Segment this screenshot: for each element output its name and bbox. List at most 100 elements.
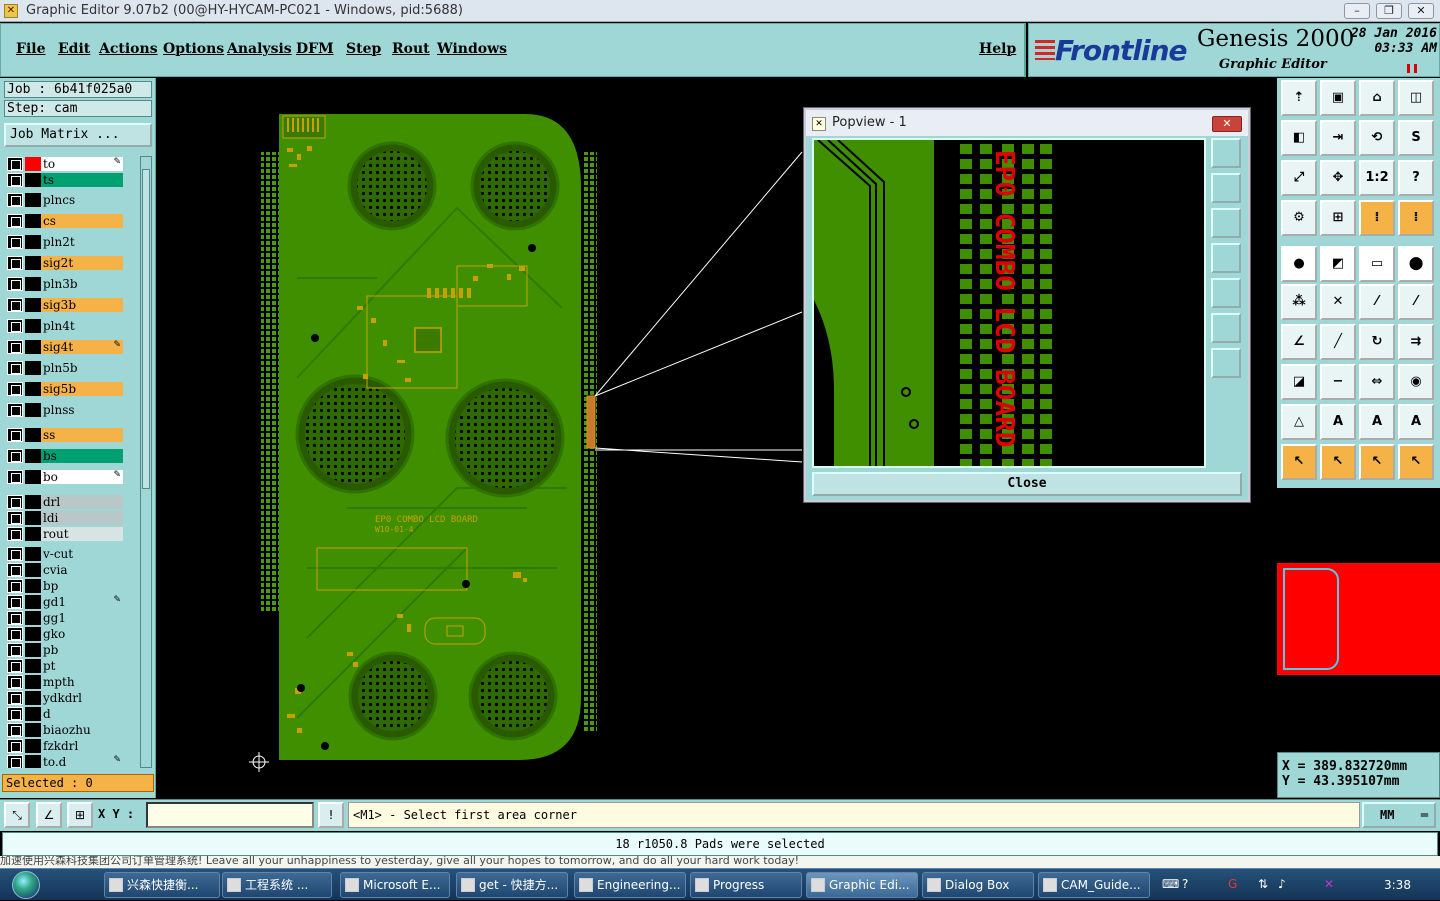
layer-row-ldi[interactable]: ldi — [4, 510, 138, 526]
layer-color-swatch[interactable] — [25, 723, 41, 737]
layer-color-swatch[interactable] — [25, 563, 41, 577]
layer-row-pln3b[interactable]: pln3b — [4, 276, 138, 292]
layer-row-bo[interactable]: bo ✎ — [4, 469, 138, 485]
layer-checkbox[interactable] — [7, 495, 23, 509]
menu-windows[interactable]: Windows — [437, 41, 507, 57]
grid-mode-icon[interactable]: ⊞ — [67, 802, 93, 828]
layer-checkbox[interactable] — [7, 643, 23, 657]
layer-checkbox[interactable] — [7, 675, 23, 689]
layer-name[interactable]: sig3b — [41, 298, 123, 312]
popview-zoom-in-icon[interactable] — [1211, 173, 1241, 203]
layer-row-gg1[interactable]: gg1 — [4, 610, 138, 626]
layer-row-pln2t[interactable]: pln2t — [4, 234, 138, 250]
minimize-button[interactable]: – — [1344, 3, 1370, 19]
layer-name[interactable]: plncs — [41, 193, 123, 207]
layer-checkbox[interactable] — [7, 277, 23, 291]
layer-checkbox[interactable] — [7, 157, 23, 171]
layer-row-biaozhu[interactable]: biaozhu — [4, 722, 138, 738]
layer-checkbox[interactable] — [7, 659, 23, 673]
layer-color-swatch[interactable] — [25, 739, 41, 753]
angle-icon[interactable]: ∠ — [1281, 324, 1317, 360]
layer-color-swatch[interactable] — [25, 579, 41, 593]
layer-name[interactable]: bs — [41, 449, 123, 463]
taskbar-item[interactable]: 工程系统 ... — [222, 872, 332, 898]
layer-checkbox[interactable] — [7, 579, 23, 593]
popview-zoom-fit-icon[interactable] — [1211, 138, 1241, 168]
popview-window[interactable]: Popview - 1 ✕ ✕ EP0 COMBO LCD BOARD Clos… — [804, 108, 1250, 502]
shapes-icon[interactable]: ◉ — [1398, 364, 1434, 400]
network-icon[interactable]: ⇅ — [1258, 877, 1268, 891]
grid-icon[interactable]: ⊞ — [1320, 200, 1356, 236]
layer-name[interactable]: pb — [41, 643, 123, 657]
snap-mode-icon[interactable]: ⤡ — [4, 802, 30, 828]
arc-draw-icon[interactable]: ⁄ — [1398, 284, 1434, 320]
menu-help[interactable]: Help — [979, 41, 1016, 57]
layer-row-ydkdrl[interactable]: ydkdrl — [4, 690, 138, 706]
alert-icon[interactable]: ! — [318, 802, 344, 828]
connect-icon[interactable]: ⁂ — [1281, 284, 1317, 320]
triangle-up-icon[interactable]: A — [1359, 404, 1395, 440]
app-tray-icon[interactable]: G — [1228, 877, 1237, 891]
taskbar-item[interactable]: Engineering... — [574, 872, 686, 898]
layer-checkbox[interactable] — [7, 449, 23, 463]
layer-color-swatch[interactable] — [25, 547, 41, 561]
ruler-icon[interactable]: ▭ — [1359, 246, 1395, 282]
taskbar-item[interactable]: Dialog Box — [922, 872, 1034, 898]
layer-row-cs[interactable]: cs — [4, 213, 138, 229]
layer-checkbox[interactable] — [7, 319, 23, 333]
restore-button[interactable]: ❐ — [1376, 3, 1402, 19]
layer-name[interactable]: sig2t — [41, 256, 123, 270]
layer-name[interactable]: pln5b — [41, 361, 123, 375]
layer-color-swatch[interactable] — [25, 193, 41, 207]
menu-file[interactable]: File — [16, 41, 45, 57]
layer-checkbox[interactable] — [7, 256, 23, 270]
layer-name[interactable]: bo ✎ — [41, 470, 123, 484]
layer-row-drl[interactable]: drl — [4, 494, 138, 510]
layer-row-plncs[interactable]: plncs — [4, 192, 138, 208]
slash-icon[interactable]: ╱ — [1320, 324, 1356, 360]
layer-checkbox[interactable] — [7, 707, 23, 721]
layer-checkbox[interactable] — [7, 361, 23, 375]
layer-checkbox[interactable] — [7, 723, 23, 737]
layer-checkbox[interactable] — [7, 214, 23, 228]
layer-row-pln4t[interactable]: pln4t — [4, 318, 138, 334]
layer-row-pt[interactable]: pt — [4, 658, 138, 674]
taskbar-item[interactable]: Graphic Edi... — [806, 872, 918, 898]
layer-color-swatch[interactable] — [25, 428, 41, 442]
popview-close-button[interactable]: ✕ — [1212, 116, 1242, 132]
layer-checkbox[interactable] — [7, 627, 23, 641]
scrollbar-thumb[interactable] — [142, 169, 150, 489]
start-button[interactable] — [6, 869, 48, 901]
triangle-icon[interactable]: △ — [1281, 404, 1317, 440]
select-circle-icon[interactable]: ↖ — [1359, 444, 1395, 480]
layer-checkbox[interactable] — [7, 428, 23, 442]
popview-expand-icon[interactable] — [1211, 313, 1241, 343]
selected-pads[interactable] — [586, 395, 596, 449]
layer-color-swatch[interactable] — [25, 173, 41, 187]
menu-edit[interactable]: Edit — [58, 41, 90, 57]
select-box-icon[interactable]: ↖ — [1320, 444, 1356, 480]
layer-row-pb[interactable]: pb — [4, 642, 138, 658]
layer-checkbox[interactable] — [7, 173, 23, 187]
layer-name[interactable]: pln4t — [41, 319, 123, 333]
close-tray-icon[interactable]: ✕ — [1324, 877, 1334, 891]
layer-row-to[interactable]: to ✎ — [4, 156, 138, 172]
layer-row-mpth[interactable]: mpth — [4, 674, 138, 690]
layer-name[interactable]: bp — [41, 579, 123, 593]
layer-checkbox[interactable] — [7, 755, 23, 768]
layer-color-swatch[interactable] — [25, 643, 41, 657]
layer-color-swatch[interactable] — [25, 361, 41, 375]
layers-toggle-icon[interactable]: ⁞ — [1359, 200, 1395, 236]
layer-name[interactable]: fzkdrl — [41, 739, 123, 753]
pad-move-icon[interactable]: ◪ — [1281, 364, 1317, 400]
surface-add-icon[interactable]: ⬤ — [1398, 246, 1434, 282]
layer-color-swatch[interactable] — [25, 470, 41, 484]
layer-name[interactable]: plnss — [41, 403, 123, 417]
layer-row-v-cut[interactable]: v-cut — [4, 546, 138, 562]
triangle-select-icon[interactable]: A — [1320, 404, 1356, 440]
taskbar-item[interactable]: get - 快捷方... — [456, 872, 568, 898]
snap-icon[interactable]: ◧ — [1281, 120, 1317, 156]
keyboard-icon[interactable]: ⌨ — [1162, 877, 1179, 891]
delete-icon[interactable]: ✕ — [1320, 284, 1356, 320]
pad-add-icon[interactable]: ● — [1281, 246, 1317, 282]
